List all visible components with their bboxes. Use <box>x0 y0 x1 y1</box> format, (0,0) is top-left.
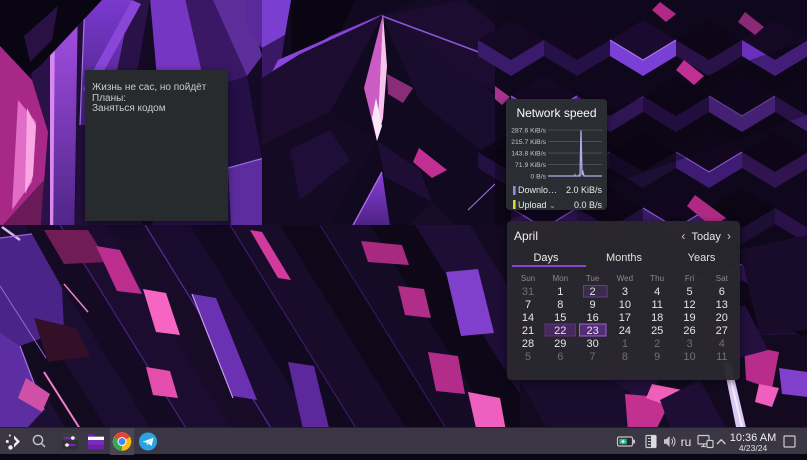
svg-text:21: 21 <box>522 325 534 337</box>
svg-text:Sun: Sun <box>521 274 535 283</box>
svg-text:215.7 KiB/s: 215.7 KiB/s <box>511 139 546 146</box>
svg-text:1: 1 <box>622 338 628 350</box>
svg-text:Sat: Sat <box>716 274 729 283</box>
svg-text:15: 15 <box>554 312 566 324</box>
svg-text:2: 2 <box>654 338 660 350</box>
svg-text:71.9 KiB/s: 71.9 KiB/s <box>515 162 547 169</box>
svg-text:25: 25 <box>651 325 663 337</box>
svg-text:Fri: Fri <box>685 274 695 283</box>
svg-text:12: 12 <box>683 299 695 311</box>
svg-text:2: 2 <box>590 286 596 298</box>
svg-text:31: 31 <box>522 286 534 298</box>
svg-text:17: 17 <box>619 312 631 324</box>
svg-text:143.8 KiB/s: 143.8 KiB/s <box>511 151 546 158</box>
svg-text:23: 23 <box>586 325 598 337</box>
svg-text:10: 10 <box>683 351 695 363</box>
svg-text:8: 8 <box>622 351 628 363</box>
svg-text:22: 22 <box>554 325 566 337</box>
svg-text:19: 19 <box>683 312 695 324</box>
svg-text:8: 8 <box>557 299 563 311</box>
svg-text:16: 16 <box>586 312 598 324</box>
svg-text:ru: ru <box>681 435 692 449</box>
svg-text:28: 28 <box>522 338 534 350</box>
svg-text:5: 5 <box>525 351 531 363</box>
svg-text:6: 6 <box>719 286 725 298</box>
svg-text:287.6 KiB/s: 287.6 KiB/s <box>511 128 546 135</box>
svg-text:3: 3 <box>686 338 692 350</box>
svg-text:20: 20 <box>716 312 728 324</box>
svg-text:13: 13 <box>716 299 728 311</box>
svg-text:Tue: Tue <box>586 274 600 283</box>
svg-text:1: 1 <box>557 286 563 298</box>
svg-text:24: 24 <box>619 325 631 337</box>
svg-text:9: 9 <box>590 299 596 311</box>
svg-text:11: 11 <box>651 299 662 311</box>
svg-text:Mon: Mon <box>553 274 569 283</box>
svg-text:10: 10 <box>619 299 631 311</box>
svg-text:3: 3 <box>622 286 628 298</box>
svg-text:7: 7 <box>525 299 531 311</box>
svg-text:4: 4 <box>654 286 660 298</box>
svg-text:11: 11 <box>716 351 727 363</box>
svg-text:29: 29 <box>554 338 566 350</box>
svg-text:27: 27 <box>716 325 728 337</box>
svg-text:4: 4 <box>719 338 725 350</box>
svg-text:7: 7 <box>590 351 596 363</box>
svg-text:5: 5 <box>686 286 692 298</box>
svg-text:4/23/24: 4/23/24 <box>739 443 768 453</box>
svg-text:Wed: Wed <box>617 274 633 283</box>
svg-text:26: 26 <box>683 325 695 337</box>
svg-text:14: 14 <box>522 312 534 324</box>
svg-text:18: 18 <box>651 312 663 324</box>
svg-text:6: 6 <box>557 351 563 363</box>
svg-text:9: 9 <box>654 351 660 363</box>
svg-text:30: 30 <box>586 338 598 350</box>
svg-text:0 B/s: 0 B/s <box>531 174 547 181</box>
svg-text:Thu: Thu <box>650 274 664 283</box>
